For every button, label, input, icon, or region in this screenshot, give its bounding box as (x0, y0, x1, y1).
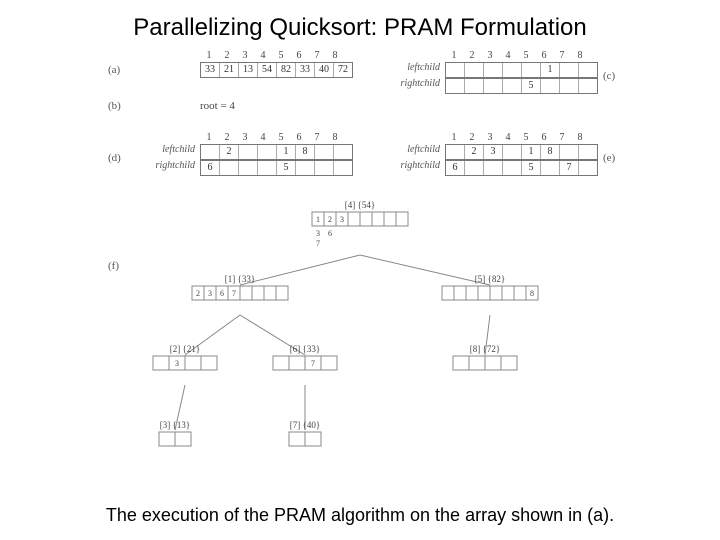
svg-text:6: 6 (220, 289, 224, 298)
svg-text:1: 1 (316, 215, 320, 224)
svg-text:7: 7 (311, 359, 315, 368)
tree-n8-box (289, 432, 321, 446)
tree-n7-label: [3] {13} (160, 420, 190, 430)
tree-n1-label: [4] {54} (345, 200, 375, 210)
array-a: 3321135482334072 (200, 62, 353, 78)
indices-c: 12345678 (445, 50, 589, 61)
svg-text:3: 3 (316, 229, 320, 238)
label-a: (a) (108, 64, 120, 76)
svg-text:6: 6 (328, 229, 332, 238)
rowlabel-c-left: leftchild (392, 62, 440, 73)
label-d: (d) (108, 152, 121, 164)
page-title: Parallelizing Quicksort: PRAM Formulatio… (0, 14, 720, 42)
tree-n8-label: [7] {40} (290, 420, 320, 430)
label-e: (e) (603, 152, 615, 164)
array-c-right: 5 (445, 78, 598, 94)
tree-n5-label: [6] {33} (290, 344, 320, 354)
tree-n4-box: 3 (153, 356, 217, 370)
tree-diagram: [4] {54} 123 36 7 [1] {33} 2367 [5] {82}… (130, 200, 590, 480)
svg-text:3: 3 (175, 359, 179, 368)
rowlabel-d-left: leftchild (147, 144, 195, 155)
array-e-right: 657 (445, 160, 598, 176)
array-d-right: 65 (200, 160, 353, 176)
root-text: root = 4 (200, 100, 235, 112)
tree-n6-label: [8] {72} (470, 344, 500, 354)
rowlabel-c-right: rightchild (392, 78, 440, 89)
rowlabel-e-right: rightchild (392, 160, 440, 171)
label-b: (b) (108, 100, 121, 112)
indices-e: 12345678 (445, 132, 589, 143)
tree-n3-label: [5] {82} (475, 274, 505, 284)
tree-n5-box: 7 (273, 356, 337, 370)
tree-n2-label: [1] {33} (225, 274, 255, 284)
tree-n6-box (453, 356, 517, 370)
svg-text:3: 3 (208, 289, 212, 298)
rowlabel-e-left: leftchild (392, 144, 440, 155)
indices-d: 12345678 (200, 132, 344, 143)
tree-n2-box: 2367 (192, 286, 288, 300)
svg-text:2: 2 (328, 215, 332, 224)
tree-n7-box (159, 432, 191, 446)
svg-text:7: 7 (232, 289, 236, 298)
svg-text:7: 7 (316, 239, 320, 248)
label-c: (c) (603, 70, 615, 82)
rowlabel-d-right: rightchild (147, 160, 195, 171)
array-d-left: 218 (200, 144, 353, 160)
tree-n4-label: [2] {21} (170, 344, 200, 354)
svg-text:2: 2 (196, 289, 200, 298)
tree-n1-box: 123 36 7 (312, 212, 408, 248)
indices-a: 12345678 (200, 50, 344, 61)
array-e-left: 2318 (445, 144, 598, 160)
label-f: (f) (108, 260, 119, 272)
tree-n3-box: 8 (442, 286, 538, 300)
svg-text:3: 3 (340, 215, 344, 224)
caption: The execution of the PRAM algorithm on t… (0, 505, 720, 526)
array-c-left: 1 (445, 62, 598, 78)
svg-text:8: 8 (530, 289, 534, 298)
